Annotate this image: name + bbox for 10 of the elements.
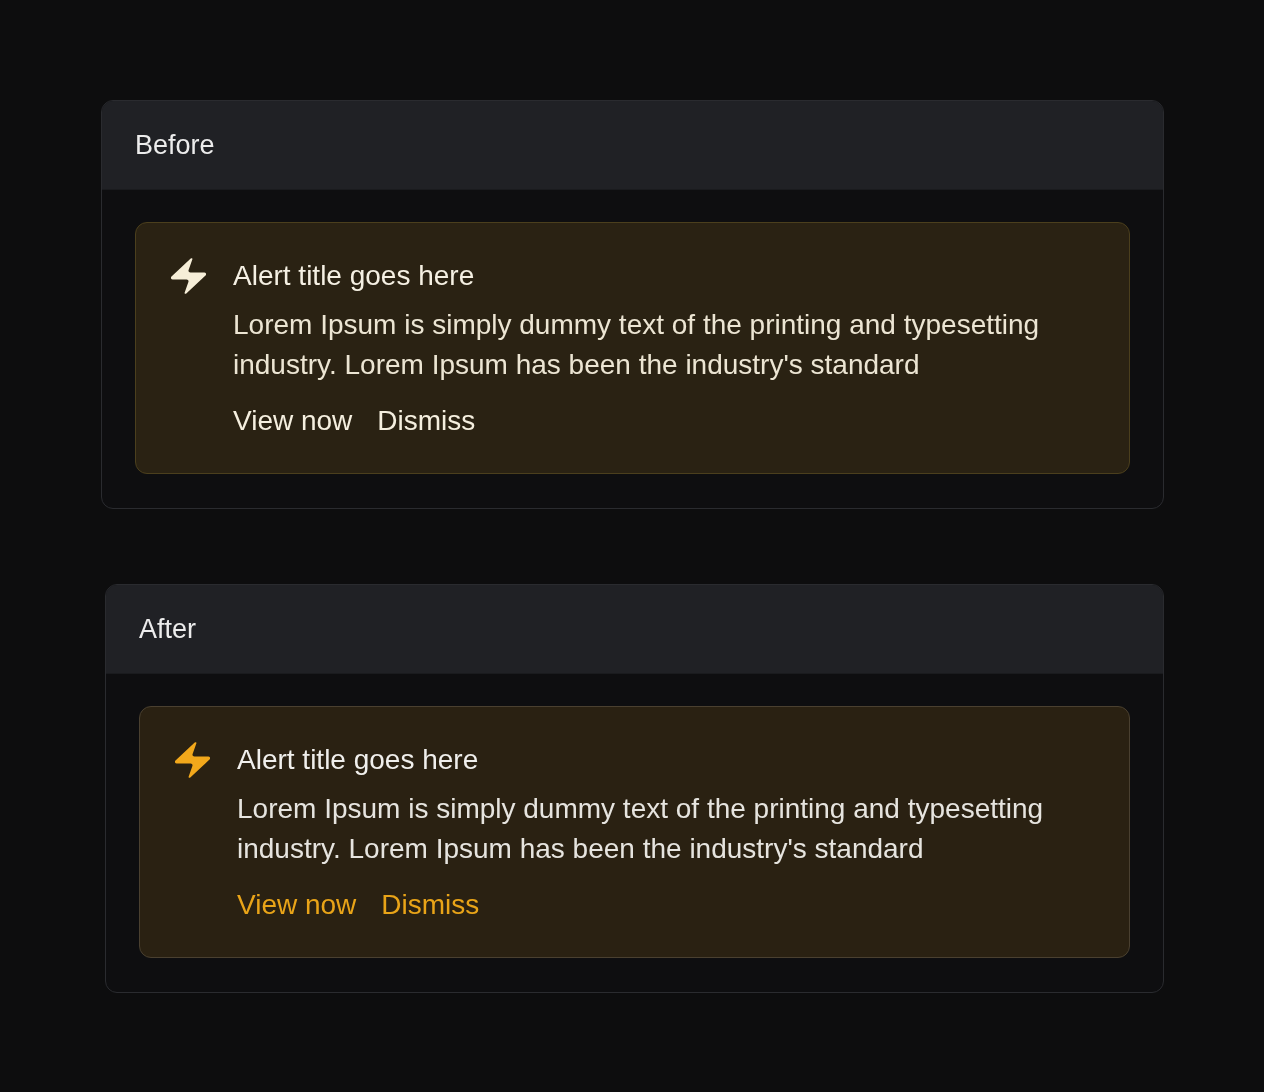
- action-link[interactable]: Dismiss: [381, 885, 480, 925]
- action-link[interactable]: View now: [237, 885, 357, 925]
- alert-message: Lorem Ipsum is simply dummy text of the printing and typesetting industry. Lorem Ipsum has been the industry's standard: [233, 308, 1041, 382]
- alert-title: Alert title goes here: [237, 743, 480, 777]
- alert-message: Lorem Ipsum is simply dummy text of the printing and typesetting industry. Lorem Ipsum has been the industry's standard: [237, 792, 1045, 866]
- alert-title: Alert title goes here: [233, 259, 476, 293]
- panel-title: After: [139, 613, 197, 646]
- action-link[interactable]: Dismiss: [377, 401, 476, 441]
- panel-title: Before: [135, 129, 215, 162]
- action-link[interactable]: View now: [233, 401, 353, 441]
